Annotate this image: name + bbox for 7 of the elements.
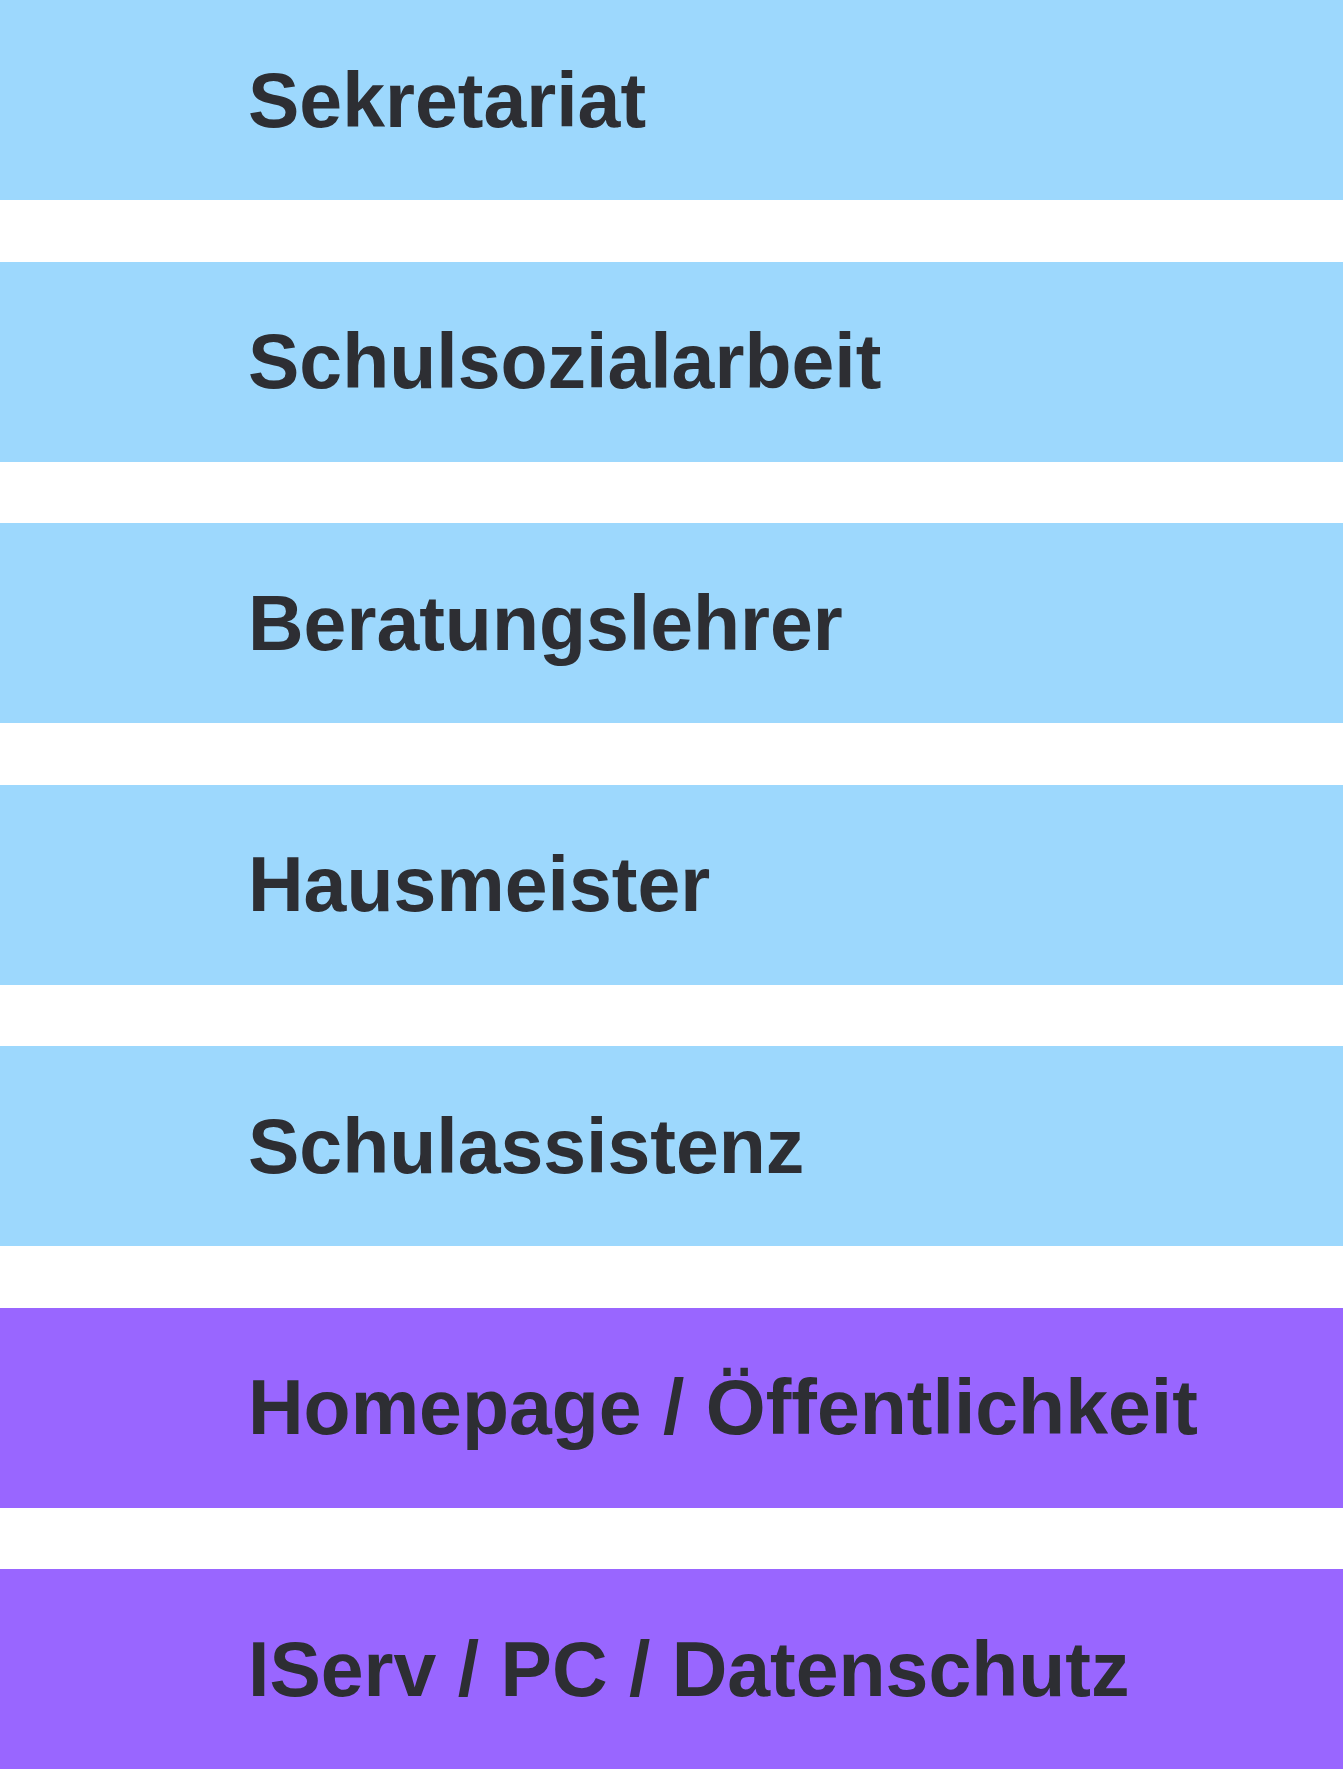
menu-tile[interactable]: Beratungslehrer [0, 523, 1343, 723]
menu-tile[interactable]: Homepage / Öffentlichkeit [0, 1307, 1343, 1508]
menu-tile[interactable]: IServ / PC / Datenschutz [0, 1569, 1343, 1769]
menu-tile[interactable]: Hausmeister [0, 784, 1343, 985]
menu-tile[interactable]: Schulsozialarbeit [0, 261, 1343, 462]
menu-tile[interactable]: Schulassistenz [0, 1046, 1343, 1246]
menu-tile[interactable]: Sekretariat [0, 0, 1343, 200]
